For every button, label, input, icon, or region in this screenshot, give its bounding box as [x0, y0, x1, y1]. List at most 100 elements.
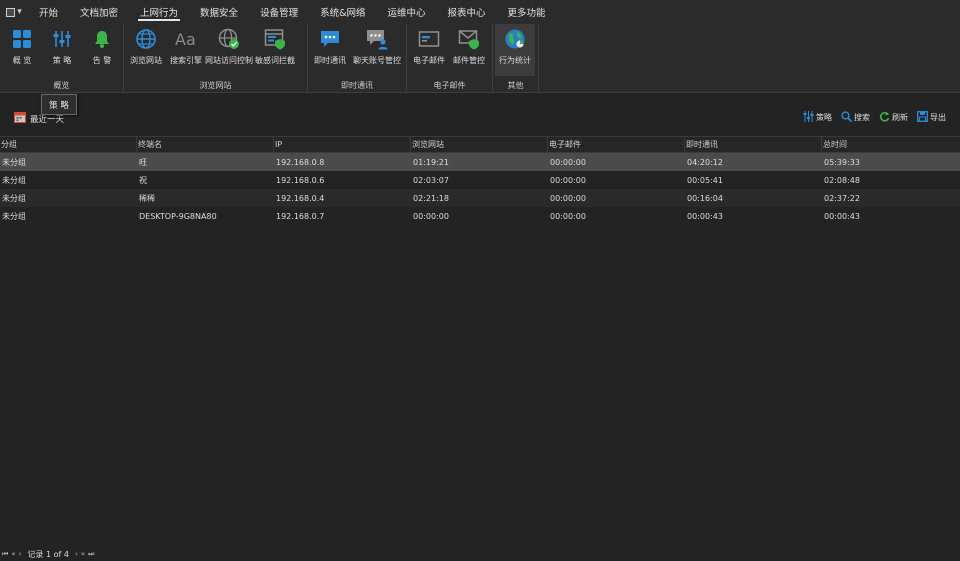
- search-action-label: 搜索: [854, 113, 870, 122]
- prev-page-icon[interactable]: ‹: [19, 550, 22, 558]
- tab-report-center[interactable]: 报表中心: [437, 0, 497, 24]
- chevron-down-icon: ▾: [17, 7, 22, 17]
- tab-internet-behavior[interactable]: 上网行为: [129, 0, 189, 24]
- ribbon-group-label: 即时通讯: [341, 81, 373, 90]
- tab-start[interactable]: 开始: [28, 0, 69, 24]
- chat-bubble-icon: [318, 27, 342, 51]
- column-header-total-time[interactable]: 总时间: [822, 137, 960, 152]
- sensitive-word-block-button[interactable]: 敏感词拦截: [252, 24, 298, 76]
- cell-terminal: 祝: [139, 175, 147, 185]
- refresh-action-label: 刷新: [892, 113, 908, 122]
- cell-browsing: 02:03:07: [413, 175, 449, 185]
- column-header-group[interactable]: 分组: [0, 137, 137, 152]
- globe-stats-icon: [503, 27, 527, 51]
- cell-ip: 192.168.0.8: [276, 157, 325, 167]
- tab-data-security[interactable]: 数据安全: [189, 0, 249, 24]
- next-page-group-icon[interactable]: »: [81, 550, 85, 558]
- prev-page-group-icon[interactable]: «: [11, 550, 15, 558]
- grid-header: 分组 终端名 IP 浏览网站 电子邮件 即时通讯 总时间: [0, 136, 960, 153]
- column-header-terminal[interactable]: 终端名: [137, 137, 274, 152]
- cell-im: 04:20:12: [687, 157, 723, 167]
- ribbon-group-label: 概览: [53, 81, 70, 90]
- column-header-browsing[interactable]: 浏览网站: [411, 137, 548, 152]
- alarm-button[interactable]: 告 警: [82, 24, 122, 76]
- window-menu-button[interactable]: ▾: [0, 0, 28, 24]
- export-action-label: 导出: [930, 113, 946, 122]
- table-row[interactable]: 未分组 稀稀 192.168.0.4 02:21:18 00:00:00 00:…: [0, 189, 960, 207]
- cell-terminal: 稀稀: [139, 193, 155, 203]
- ribbon-group-browsing: 浏览网站 Aa 搜索引擎 网站访问控制 敏感词拦截 浏览网站: [124, 24, 308, 93]
- table-row[interactable]: 未分组 旺 192.168.0.8 01:19:21 00:00:00 04:2…: [0, 153, 960, 171]
- overview-button[interactable]: 概 览: [2, 24, 42, 76]
- behavior-stats-button[interactable]: 行为统计: [495, 24, 535, 76]
- table-row[interactable]: 未分组 祝 192.168.0.6 02:03:07 00:00:00 00:0…: [0, 171, 960, 189]
- cell-group: 未分组: [2, 175, 26, 185]
- cell-group: 未分组: [2, 157, 26, 167]
- table-row[interactable]: 未分组 DESKTOP-9G8NA80 192.168.0.7 00:00:00…: [0, 207, 960, 225]
- search-action-button[interactable]: 搜索: [841, 111, 870, 124]
- email-button[interactable]: 电子邮件: [409, 24, 449, 76]
- chat-user-icon: [365, 27, 389, 51]
- grid-icon: [10, 27, 34, 51]
- search-icon: [841, 111, 853, 124]
- cell-total-time: 05:39:33: [824, 157, 860, 167]
- cell-browsing: 02:21:18: [413, 193, 449, 203]
- pager-bar: ⏮ « ‹ 记录 1 of 4 › » ⏭: [0, 547, 960, 561]
- toolbar-actions: 策略 搜索 刷新 导出: [803, 111, 946, 124]
- cell-total-time: 00:00:43: [824, 211, 860, 221]
- column-header-ip[interactable]: IP: [274, 137, 411, 152]
- chat-account-control-label: 聊天账号管控: [353, 56, 401, 65]
- behavior-stats-label: 行为统计: [499, 56, 531, 65]
- save-icon: [917, 111, 928, 124]
- ribbon: 概 览 策 略 告 警 概览 浏览网站 Aa 搜索引擎 网站访问控制 敏感词拦截…: [0, 24, 960, 93]
- ribbon-group-label: 其他: [507, 81, 524, 90]
- cell-ip: 192.168.0.7: [276, 211, 325, 221]
- column-header-im[interactable]: 即时通讯: [685, 137, 822, 152]
- ribbon-group-label: 浏览网站: [199, 81, 232, 90]
- tab-device-management[interactable]: 设备管理: [249, 0, 309, 24]
- cell-terminal: DESKTOP-9G8NA80: [139, 211, 217, 221]
- browse-websites-button[interactable]: 浏览网站: [126, 24, 166, 76]
- search-engine-button[interactable]: Aa 搜索引擎: [166, 24, 206, 76]
- cell-terminal: 旺: [139, 157, 147, 167]
- cell-email: 00:00:00: [550, 175, 586, 185]
- export-action-button[interactable]: 导出: [917, 111, 946, 124]
- tab-system-network[interactable]: 系统&网络: [309, 0, 376, 24]
- cell-group: 未分组: [2, 193, 26, 203]
- instant-messaging-label: 即时通讯: [314, 56, 346, 65]
- data-grid: 分组 终端名 IP 浏览网站 电子邮件 即时通讯 总时间 未分组 旺 192.1…: [0, 136, 960, 225]
- window-shield-icon: [263, 27, 287, 51]
- policy-tooltip: 策 略: [41, 94, 77, 115]
- toolbar: 最近一天 策略 搜索 刷新 导出: [0, 106, 960, 130]
- website-access-control-button[interactable]: 网站访问控制: [205, 24, 253, 76]
- tab-more-features[interactable]: 更多功能: [497, 0, 557, 24]
- email-control-button[interactable]: 邮件管控: [449, 24, 489, 76]
- email-card-icon: [417, 27, 441, 51]
- search-engine-label: 搜索引擎: [170, 56, 202, 65]
- next-page-icon[interactable]: ›: [75, 550, 78, 558]
- policy-action-label: 策略: [816, 113, 832, 122]
- tab-doc-encryption[interactable]: 文档加密: [69, 0, 129, 24]
- policy-action-button[interactable]: 策略: [803, 111, 832, 124]
- first-page-icon[interactable]: ⏮: [2, 550, 8, 559]
- window-menu-icon: [6, 7, 16, 17]
- globe-icon: [134, 27, 158, 51]
- cell-browsing: 01:19:21: [413, 157, 449, 167]
- menu-bar: ▾ 开始 文档加密 上网行为 数据安全 设备管理 系统&网络 运维中心 报表中心…: [0, 0, 960, 24]
- ribbon-group-overview: 概 览 策 略 告 警 概览: [0, 24, 124, 93]
- ribbon-group-label: 电子邮件: [433, 81, 466, 90]
- sliders-icon: [50, 27, 74, 51]
- cell-email: 00:00:00: [550, 157, 586, 167]
- instant-messaging-button[interactable]: 即时通讯: [310, 24, 350, 76]
- policy-button[interactable]: 策 略: [42, 24, 82, 76]
- column-header-email[interactable]: 电子邮件: [548, 137, 685, 152]
- browse-websites-label: 浏览网站: [130, 56, 162, 65]
- tab-ops-center[interactable]: 运维中心: [377, 0, 437, 24]
- chat-account-control-button[interactable]: 聊天账号管控: [350, 24, 404, 76]
- refresh-action-button[interactable]: 刷新: [879, 111, 908, 124]
- cell-ip: 192.168.0.4: [276, 193, 325, 203]
- ribbon-group-other: 行为统计 其他: [493, 24, 539, 93]
- last-page-icon[interactable]: ⏭: [88, 550, 94, 559]
- cell-total-time: 02:37:22: [824, 193, 860, 203]
- refresh-icon: [879, 111, 890, 124]
